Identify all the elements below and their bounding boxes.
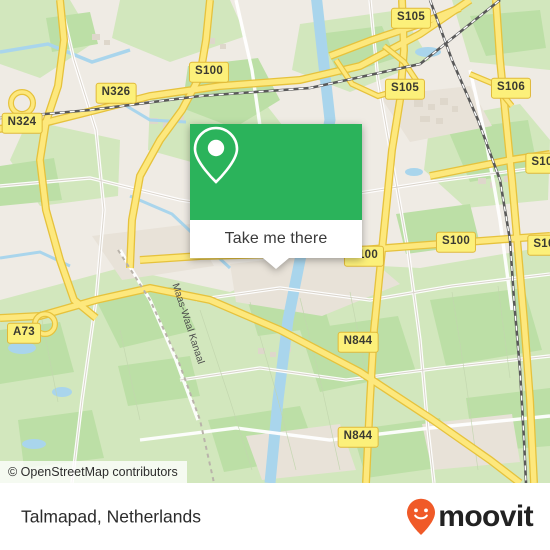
place-title: Talmapad, Netherlands xyxy=(21,506,201,526)
road-shield: S105 xyxy=(384,78,426,100)
road-shield: S100 xyxy=(435,231,477,253)
location-popup[interactable]: Take me there xyxy=(190,124,362,269)
road-shield: N844 xyxy=(337,331,379,353)
popup-tail xyxy=(263,258,289,269)
popup-header xyxy=(190,124,362,220)
popup-footer[interactable]: Take me there xyxy=(190,220,362,269)
footer-bar: Talmapad, Netherlands moovit xyxy=(0,483,550,550)
road-shield: S10 xyxy=(525,152,550,174)
map-pin-icon xyxy=(193,126,239,184)
road-shield: N844 xyxy=(337,426,379,448)
road-shield: S105 xyxy=(390,7,432,29)
road-shield: S100 xyxy=(188,61,230,83)
road-shield: N324 xyxy=(1,112,43,134)
road-shield: S106 xyxy=(490,77,532,99)
map-canvas[interactable]: Maas-Waal Kanaal S100 N326 N324 S105 S105 S10… xyxy=(0,0,550,483)
moovit-wordmark: moovit xyxy=(438,499,533,533)
take-me-there-label: Take me there xyxy=(224,230,328,247)
osm-attribution[interactable]: © OpenStreetMap contributors xyxy=(0,461,187,483)
road-shield: S10 xyxy=(527,234,550,256)
moovit-brand[interactable]: moovit xyxy=(406,498,534,536)
moovit-pin-smiley-icon xyxy=(407,498,436,535)
road-shield: N326 xyxy=(95,82,137,104)
road-shield: A73 xyxy=(7,322,41,344)
screenshot-root: Maas-Waal Kanaal S100 N326 N324 S105 S105 S10… xyxy=(0,0,550,550)
